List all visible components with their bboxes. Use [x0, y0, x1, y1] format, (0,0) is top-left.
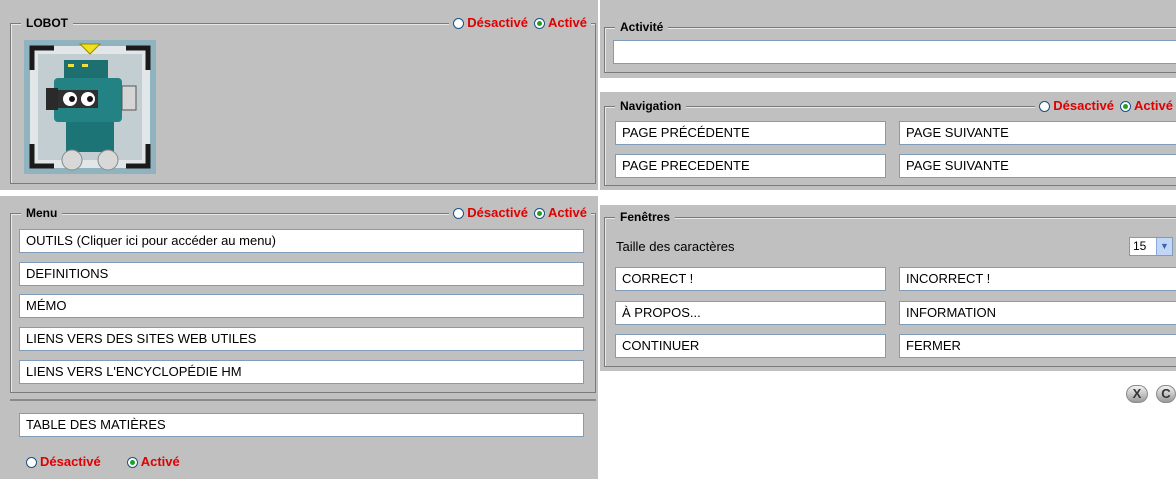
robot-icon [24, 40, 156, 174]
navigation-radio-group: Désactivé Activé [1035, 98, 1176, 114]
menu-item-memo[interactable]: MÉMO [19, 294, 584, 318]
toc-enable-radio[interactable]: Activé [126, 454, 180, 470]
lobot-title: LOBOT [21, 16, 73, 30]
lobot-group: LOBOT Désactivé Activé [10, 15, 596, 184]
continue-button[interactable]: CONTINUER [615, 334, 886, 358]
font-size-label: Taille des caractères [616, 239, 735, 254]
about-button[interactable]: À PROPOS... [615, 301, 886, 325]
information-button[interactable]: INFORMATION [899, 301, 1176, 325]
radio-label-on: Activé [1133, 98, 1173, 113]
navigation-panel: Navigation Désactivé Activé PAGE PRÉCÉDE… [600, 92, 1176, 190]
lobot-enable-radio[interactable]: Activé [533, 15, 587, 31]
toc-radio-group: Désactivé Activé [26, 454, 180, 470]
lobot-disable-radio[interactable]: Désactivé [453, 15, 528, 31]
activity-field[interactable] [613, 40, 1176, 64]
radio-label-off: Désactivé [40, 454, 101, 469]
font-size-select[interactable]: 15 ▼ [1129, 237, 1173, 256]
navigation-enable-radio[interactable]: Activé [1119, 98, 1173, 114]
activity-title: Activité [615, 20, 669, 34]
toc-disable-radio[interactable]: Désactivé [26, 454, 101, 470]
c-button[interactable]: C [1156, 385, 1176, 403]
radio-label-on: Activé [547, 15, 587, 30]
activity-panel: Activité [600, 0, 1176, 78]
menu-radio-group: Désactivé Activé [449, 205, 591, 221]
radio-label-off: Désactivé [1053, 98, 1114, 113]
menu-disable-radio[interactable]: Désactivé [453, 205, 528, 221]
menu-panel: Menu Désactivé Activé OUTILS (Cliquer ic… [0, 196, 598, 479]
radio-label-on: Activé [140, 454, 180, 469]
radio-icon [453, 17, 465, 29]
lobot-panel: LOBOT Désactivé Activé [0, 0, 598, 190]
radio-icon [453, 207, 465, 219]
menu-title: Menu [21, 206, 63, 220]
chevron-down-icon[interactable]: ▼ [1156, 238, 1172, 255]
radio-icon [126, 456, 138, 468]
menu-item-useful-links[interactable]: LIENS VERS DES SITES WEB UTILES [19, 327, 584, 351]
radio-label-on: Activé [547, 205, 587, 220]
windows-panel: Fenêtres Taille des caractères 15 ▼ CORR… [600, 205, 1176, 371]
radio-icon [1119, 100, 1131, 112]
menu-item-tools[interactable]: OUTILS (Cliquer ici pour accéder au menu… [19, 229, 584, 253]
radio-label-off: Désactivé [467, 15, 528, 30]
font-size-value: 15 [1133, 239, 1147, 253]
close-window-button[interactable]: FERMER [899, 334, 1176, 358]
lobot-radio-group: Désactivé Activé [449, 15, 591, 31]
close-icon[interactable]: X [1126, 385, 1148, 403]
correct-button[interactable]: CORRECT ! [615, 267, 886, 291]
navigation-disable-radio[interactable]: Désactivé [1039, 98, 1114, 114]
incorrect-button[interactable]: INCORRECT ! [899, 267, 1176, 291]
next-page-button[interactable]: PAGE SUIVANTE [899, 121, 1176, 145]
radio-icon [533, 17, 545, 29]
navigation-title: Navigation [615, 99, 687, 113]
prev-page-button-alt[interactable]: PAGE PRECEDENTE [615, 154, 886, 178]
windows-title: Fenêtres [615, 210, 676, 224]
menu-item-definitions[interactable]: DEFINITIONS [19, 262, 584, 286]
radio-label-off: Désactivé [467, 205, 528, 220]
radio-icon [533, 207, 545, 219]
prev-page-button[interactable]: PAGE PRÉCÉDENTE [615, 121, 886, 145]
menu-item-encyclopedia-links[interactable]: LIENS VERS L'ENCYCLOPÉDIE HM [19, 360, 584, 384]
menu-divider [10, 399, 596, 401]
next-page-button-alt[interactable]: PAGE SUIVANTE [899, 154, 1176, 178]
menu-enable-radio[interactable]: Activé [533, 205, 587, 221]
toc-item[interactable]: TABLE DES MATIÈRES [19, 413, 584, 437]
radio-icon [1039, 100, 1051, 112]
radio-icon [26, 456, 37, 468]
